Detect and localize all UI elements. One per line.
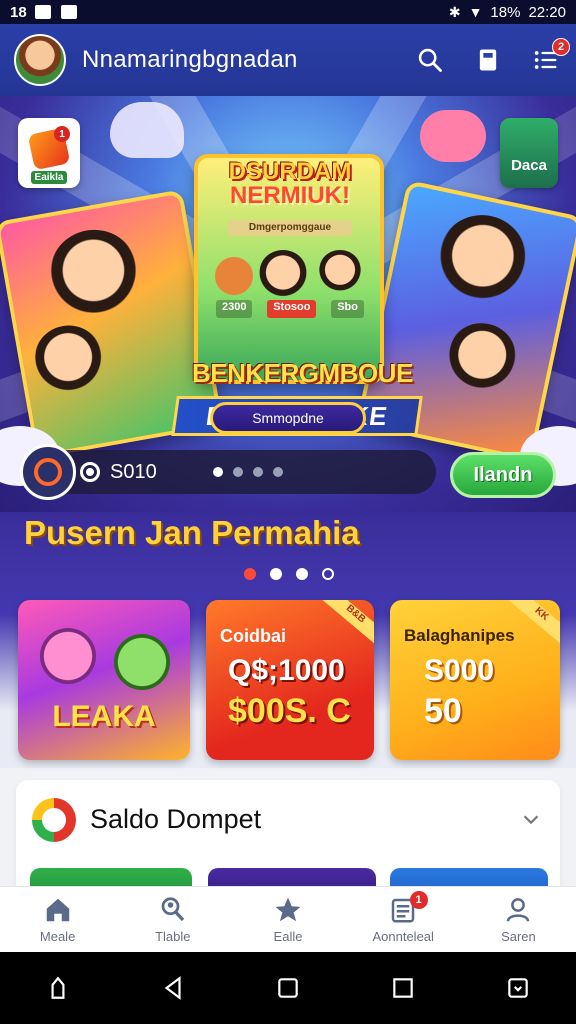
promo-tile-2[interactable]: B&B Coidbai Q$;1000 $00S. C (206, 600, 374, 760)
play-button-label: Ilandn (473, 463, 533, 486)
promo-tile-3-heading: Balaghanipes (404, 626, 515, 645)
banner-headline: BENKERGMBOUE (192, 358, 413, 388)
eye-icon[interactable] (80, 462, 100, 482)
back-triangle-icon (164, 976, 181, 1000)
coin-icon (34, 458, 62, 486)
nav-label-document: Aonnteleal (372, 929, 434, 944)
play-button[interactable]: Ilandn (450, 452, 556, 498)
green-character (114, 634, 170, 690)
logo-count-badge: 1 (54, 126, 70, 142)
promo-tile-2-subvalue: $00S. C (228, 692, 351, 730)
menu-button[interactable]: 2 (530, 38, 570, 76)
pager-dot[interactable] (244, 568, 256, 580)
nav-label-home: Meale (39, 929, 76, 944)
card-foot-left: 2300 (216, 300, 253, 318)
card-title-line2: NERMIUK! (230, 182, 350, 209)
square-outline-icon (393, 978, 413, 998)
nav-label-star: Ealle (273, 929, 303, 944)
promo-tile-3-value: S000 (424, 654, 495, 687)
pink-character (40, 628, 96, 684)
promo-tile-2-heading: Coidbai (220, 626, 286, 646)
right-chip-label: Daca (511, 157, 547, 174)
bluetooth-icon: ✱ (448, 3, 461, 20)
nav-item-star[interactable]: Ealle (230, 887, 345, 952)
card-foot-mid: Stosoo (267, 300, 317, 318)
nav-item-document[interactable]: 1 Aonnteleal (346, 887, 461, 952)
clock: 22:20 (528, 3, 566, 21)
system-rotate-button[interactable] (502, 972, 534, 1004)
system-navigation-bar (0, 952, 576, 1024)
nav-item-profile[interactable]: Saren (461, 887, 576, 952)
hero-slide-dots (212, 467, 283, 477)
balance-bar: S010 (20, 444, 436, 500)
logo-label: Eaikla (30, 171, 68, 184)
balance-amount: S010 (110, 460, 157, 483)
app-title: Nnamaringbgnadan (82, 46, 298, 73)
nav-label-profile: Saren (501, 929, 536, 944)
nav-item-home[interactable]: Meale (0, 887, 115, 952)
pager-dot[interactable] (296, 568, 308, 580)
app-bar: Nnamaringbgnadan 2 (0, 24, 576, 96)
promo-tile-1-label: LEAKA (52, 700, 156, 733)
profile-icon (507, 898, 530, 922)
system-home-button[interactable] (42, 972, 74, 1004)
section-title: Pusern Jan Permahia (24, 514, 360, 551)
card-title: DSURDAM NERMIUK! (210, 160, 370, 208)
search-people-icon (161, 897, 184, 922)
system-overview-button[interactable] (387, 972, 419, 1004)
home-icon (46, 898, 69, 922)
chevron-down-icon[interactable] (520, 808, 542, 830)
system-recents-button[interactable] (272, 972, 304, 1004)
hero-dot[interactable] (252, 467, 263, 477)
pager-dot[interactable] (322, 568, 334, 580)
hero-dot[interactable] (212, 467, 223, 477)
nav-item-table[interactable]: Tlable (115, 887, 230, 952)
search-icon (418, 48, 442, 72)
square-icon (278, 978, 298, 998)
hero-dot[interactable] (232, 467, 243, 477)
nav-label-table: Tlable (155, 929, 191, 944)
banner-pill-button[interactable]: Smmopdne (210, 402, 366, 434)
notification-badge: 2 (552, 38, 570, 56)
promo-tile-2-ribbon: B&B (318, 600, 374, 648)
mail-icon (34, 5, 51, 19)
nav-document-badge: 1 (409, 891, 428, 909)
card-foot-right: Sbo (331, 300, 364, 318)
battery-level: 18% (490, 3, 521, 21)
promo-tile-3-subvalue: 50 (424, 692, 462, 730)
hero-dot[interactable] (272, 467, 283, 477)
pink-mascot (420, 110, 486, 162)
promo-section: Pusern Jan Permahia LEAKA B&B Coidbai Q$… (0, 512, 576, 768)
wallet-title: Saldo Dompet (90, 804, 262, 834)
wallet-logo-icon (32, 798, 76, 842)
app-notification-icon (60, 5, 77, 19)
home-outline-icon (51, 976, 65, 999)
rotate-icon (508, 978, 529, 998)
promo-tile-1[interactable]: LEAKA (18, 600, 190, 760)
pager-dot[interactable] (270, 568, 282, 580)
card-subtitle: Dmgerpomggaue (228, 220, 352, 236)
section-pager (244, 568, 334, 580)
wifi-icon: ▼ (468, 4, 483, 20)
status-bar: 18 ✱ ▼ 18% 22:20 (0, 0, 576, 24)
game-logo-badge[interactable]: 1 Eaikla (18, 118, 80, 188)
system-back-button[interactable] (157, 972, 189, 1004)
ghost-mascot (110, 102, 184, 158)
wallet-button[interactable] (472, 44, 504, 76)
hero-banner[interactable]: 1 Eaikla Daca DSURDAM NERMIUK! Dmgerpomg… (0, 96, 576, 512)
status-time: 18 (10, 3, 27, 21)
promo-tile-3[interactable]: KK Balaghanipes S000 50 (390, 600, 560, 760)
search-button[interactable] (414, 44, 446, 76)
card-title-line1: DSURDAM (228, 158, 352, 185)
star-icon (275, 897, 301, 922)
banner-pill-label: Smmopdne (252, 410, 324, 426)
user-avatar[interactable] (14, 34, 66, 86)
card-icon (479, 49, 497, 71)
card-footer: 2300 Stosoo Sbo (216, 300, 364, 318)
promo-tile-2-value: Q$;1000 (228, 654, 345, 687)
right-game-chip[interactable]: Daca (500, 118, 558, 188)
balance-avatar[interactable] (20, 444, 76, 500)
bottom-nav: Meale Tlable Ealle 1 Aonnteleal Saren (0, 886, 576, 952)
